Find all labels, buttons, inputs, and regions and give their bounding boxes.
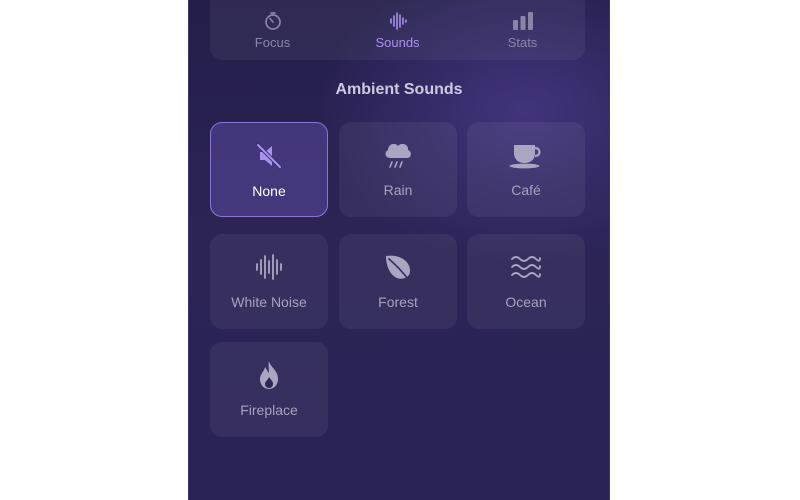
- leaf-icon: [382, 252, 414, 282]
- tab-bar: Focus Sounds Stats: [210, 0, 585, 60]
- tab-sounds[interactable]: Sounds: [335, 0, 460, 60]
- waveform-icon: [388, 11, 408, 31]
- speaker-muted-icon: [254, 141, 284, 171]
- sound-tile-label: White Noise: [231, 294, 307, 310]
- sound-tile-label: Rain: [383, 182, 413, 198]
- sound-tile-rain[interactable]: Rain: [339, 122, 457, 217]
- flame-icon: [256, 360, 282, 390]
- waveform-icon: [254, 252, 284, 282]
- sound-tile-label: Ocean: [505, 294, 547, 310]
- tab-stats-label: Stats: [507, 35, 538, 50]
- coffee-cup-icon: [508, 140, 544, 170]
- waves-icon: [510, 252, 542, 282]
- sound-tile-forest[interactable]: Forest: [339, 234, 457, 329]
- sound-tile-label: Fireplace: [240, 402, 298, 418]
- timer-icon: [263, 11, 283, 31]
- section-title: Ambient Sounds: [335, 81, 463, 98]
- tab-focus-label: Focus: [254, 35, 291, 50]
- tab-stats[interactable]: Stats: [460, 0, 585, 60]
- sounds-panel: Focus Sounds Stats Ambient Sounds None R…: [188, 0, 610, 500]
- tab-sounds-label: Sounds: [375, 35, 420, 50]
- tab-focus[interactable]: Focus: [210, 0, 335, 60]
- sound-tile-white-noise[interactable]: White Noise: [210, 234, 328, 329]
- sound-tile-label: Forest: [378, 294, 418, 310]
- sound-tile-ocean[interactable]: Ocean: [467, 234, 585, 329]
- sound-tile-none[interactable]: None: [210, 122, 328, 217]
- cloud-rain-icon: [381, 140, 415, 170]
- sound-tile-label: Café: [511, 182, 541, 198]
- sound-tile-label: None: [252, 183, 286, 199]
- bar-chart-icon: [512, 11, 534, 31]
- sound-tile-fireplace[interactable]: Fireplace: [210, 342, 328, 437]
- sound-tile-cafe[interactable]: Café: [467, 122, 585, 217]
